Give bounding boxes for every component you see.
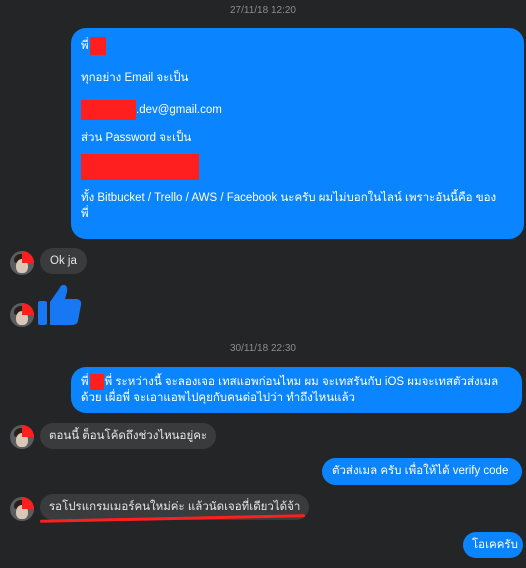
password-intro-line: ส่วน Password จะเป็น: [81, 132, 192, 144]
avatar-redaction: [22, 251, 34, 263]
salutation-text: พี่: [81, 40, 89, 53]
email-intro-line: ทุกอย่าง Email จะเป็น: [81, 72, 189, 84]
avatar[interactable]: [10, 303, 34, 327]
email-suffix-text: .dev@gmail.com: [136, 104, 222, 117]
avatar[interactable]: [10, 497, 34, 521]
message-text: Ok ja: [50, 255, 77, 267]
avatar-redaction: [22, 425, 34, 437]
outgoing-message-ok[interactable]: โอเคครับ: [463, 532, 523, 558]
redacted-email-user: [81, 100, 136, 120]
redacted-name: [89, 37, 106, 55]
plan-text-1: พี่ ระหว่างนี้ จะลองเจอ เทสแอพก่อนไหม ผม…: [104, 376, 499, 389]
plan-prefix: พี่: [81, 376, 89, 389]
email-address-line: .dev@gmail.com: [81, 100, 514, 120]
message-text: รอโปรแกรมเมอร์คนใหม่ค่ะ แล้วนัดเจอที่เดี…: [49, 501, 301, 513]
message-text: ตัวส่งเมล ครับ เพื่อให้ได้ verify code: [332, 465, 509, 477]
avatar[interactable]: [10, 251, 34, 275]
timestamp-first: 27/11/18 12:20: [230, 5, 296, 16]
avatar[interactable]: [10, 425, 34, 449]
services-line-2: พี่: [81, 208, 89, 220]
outgoing-message-plan[interactable]: พี่ พี่ ระหว่างนี้ จะลองเจอ เทสแอพก่อนไหม…: [71, 367, 522, 413]
avatar-redaction: [22, 497, 34, 509]
incoming-message-question[interactable]: ตอนนี้ ต็อนโค้ดถึงช่วงไหนอยู่คะ: [40, 423, 217, 449]
incoming-message-ok[interactable]: Ok ja: [40, 248, 87, 274]
password-line: [81, 154, 514, 180]
plan-line-2: ด้วย เผื่อพี่ จะเอาแอพไปคุยกับคนต่อไปว่า…: [81, 392, 355, 405]
outgoing-message-answer[interactable]: ตัวส่งเมล ครับ เพื่อให้ได้ verify code: [322, 458, 522, 485]
redacted-name: [89, 374, 104, 390]
plan-line-1: พี่ พี่ ระหว่างนี้ จะลองเจอ เทสแอพก่อนไหม…: [81, 374, 512, 390]
timestamp-second: 30/11/18 22:30: [230, 343, 296, 354]
redacted-password: [81, 154, 199, 180]
salutation-line: พี่: [81, 37, 514, 55]
avatar-redaction: [22, 303, 34, 315]
like-thumb-icon[interactable]: [37, 281, 83, 327]
message-text: โอเคครับ: [472, 539, 518, 551]
message-text: ตอนนี้ ต็อนโค้ดถึงช่วงไหนอยู่คะ: [49, 430, 208, 442]
services-line-1: ทั้ง Bitbucket / Trello / AWS / Facebook…: [81, 192, 497, 204]
outgoing-message-credentials[interactable]: พี่ ทุกอย่าง Email จะเป็น .dev@gmail.com…: [71, 28, 524, 239]
